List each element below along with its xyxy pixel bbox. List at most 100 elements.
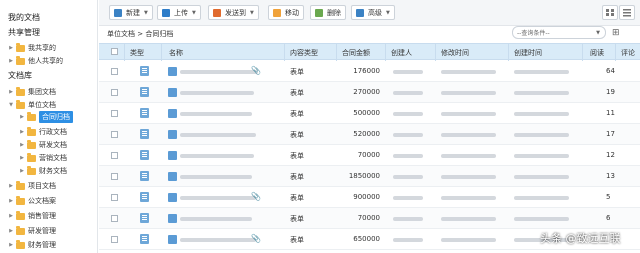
expand-arrow-icon[interactable]: ▶ <box>8 198 14 204</box>
watermark: 头条 @致远互联 <box>540 232 621 245</box>
form-icon <box>168 88 177 97</box>
modified-time-blurred <box>441 70 496 74</box>
row-checkbox[interactable] <box>111 68 118 75</box>
doc-name-blurred[interactable] <box>180 175 252 179</box>
expand-arrow-icon[interactable]: ▶ <box>8 89 14 95</box>
doc-name-blurred[interactable] <box>180 238 256 242</box>
table-row[interactable]: 📎 表单 176000 64 <box>99 61 640 82</box>
breadcrumb[interactable]: 单位文档 > 合同归档 <box>107 29 173 39</box>
table-row[interactable]: 表单 70000 12 <box>99 145 640 166</box>
column-header-amount[interactable]: 合同金额 <box>342 48 370 58</box>
filter-icon[interactable]: ⊞ <box>612 28 620 38</box>
row-checkbox[interactable] <box>111 215 118 222</box>
sidebar-item-label: 合同归档 <box>39 111 73 123</box>
content-type-cell: 表单 <box>290 194 304 202</box>
sidebar-item-label: 研发文档 <box>39 141 67 149</box>
table-row[interactable]: 表单 500000 11 <box>99 103 640 124</box>
grid-view-button[interactable] <box>602 5 618 20</box>
sidebar-item-finance-mgmt[interactable]: ▶ 财务管理 <box>8 239 56 251</box>
expand-arrow-icon[interactable]: ▶ <box>8 228 14 234</box>
doc-name-blurred[interactable] <box>180 112 252 116</box>
table-row[interactable]: 表单 70000 6 <box>99 208 640 229</box>
sidebar-library[interactable]: 文档库 <box>8 70 32 81</box>
doc-name-blurred[interactable] <box>180 133 256 137</box>
expand-arrow-icon[interactable]: ▶ <box>19 155 25 161</box>
column-header-reads[interactable]: 阅读 <box>590 48 604 58</box>
expand-arrow-icon[interactable]: ▶ <box>19 142 25 148</box>
form-doc-icon <box>140 66 149 76</box>
doc-name-blurred[interactable] <box>180 154 254 158</box>
sidebar-item-my-shared[interactable]: ▶ 我共享的 <box>8 42 56 54</box>
reads-cell: 5 <box>606 193 611 201</box>
list-view-icon <box>623 9 631 17</box>
doc-name-blurred[interactable] <box>180 217 252 221</box>
new-button[interactable]: 新建 ▼ <box>109 5 153 20</box>
sidebar-item-finance-docs[interactable]: ▶ 财务文档 <box>19 165 67 177</box>
upload-button[interactable]: 上传 ▼ <box>157 5 201 20</box>
column-header-type[interactable]: 类型 <box>130 48 144 58</box>
sidebar-item-group-docs[interactable]: ▶ 集团文档 <box>8 86 56 98</box>
list-view-button[interactable] <box>619 5 635 20</box>
row-checkbox[interactable] <box>111 152 118 159</box>
move-button-label: 移动 <box>285 8 299 17</box>
sidebar-item-unit-docs[interactable]: ▼ 单位文档 <box>8 99 56 111</box>
sidebar-item-official-archive[interactable]: ▶ 公文档案 <box>8 195 56 207</box>
creator-blurred <box>393 112 423 116</box>
row-checkbox[interactable] <box>111 110 118 117</box>
expand-arrow-icon[interactable]: ▶ <box>8 183 14 189</box>
expand-arrow-icon[interactable]: ▶ <box>8 45 14 51</box>
expand-arrow-icon[interactable]: ▶ <box>19 114 25 120</box>
sidebar-item-label: 集团文档 <box>28 88 56 96</box>
column-header-modified[interactable]: 修改时间 <box>441 48 469 58</box>
expand-arrow-icon[interactable]: ▶ <box>8 213 14 219</box>
column-header-creator[interactable]: 创建人 <box>391 48 412 58</box>
row-checkbox[interactable] <box>111 131 118 138</box>
expand-arrow-icon[interactable]: ▶ <box>8 242 14 248</box>
table-row[interactable]: 表单 270000 19 <box>99 82 640 103</box>
sidebar-item-project-docs[interactable]: ▶ 项目文档 <box>8 180 56 192</box>
move-button[interactable]: 移动 <box>268 5 304 20</box>
sidebar-item-contract-archive[interactable]: ▶ 合同归档 <box>19 111 73 123</box>
column-header-name[interactable]: 名称 <box>169 48 183 58</box>
content-type-cell: 表单 <box>290 173 304 181</box>
sidebar-item-rd-docs[interactable]: ▶ 研发文档 <box>19 139 67 151</box>
column-header-comments[interactable]: 评论 <box>621 48 635 58</box>
doc-name-blurred[interactable] <box>180 70 258 74</box>
sidebar-item-marketing-docs[interactable]: ▶ 营销文档 <box>19 152 67 164</box>
sidebar-my-docs[interactable]: 我的文档 <box>8 12 40 23</box>
sidebar-item-admin-docs[interactable]: ▶ 行政文档 <box>19 126 67 138</box>
table-row[interactable]: 表单 520000 17 <box>99 124 640 145</box>
creator-blurred <box>393 154 423 158</box>
reads-cell: 19 <box>606 88 615 96</box>
sidebar-item-others-shared[interactable]: ▶ 他人共享的 <box>8 55 63 67</box>
doc-name-blurred[interactable] <box>180 91 254 95</box>
sidebar-item-sales-mgmt[interactable]: ▶ 销售管理 <box>8 210 56 222</box>
creator-blurred <box>393 217 423 221</box>
doc-name-blurred[interactable] <box>180 196 256 200</box>
search-condition-select[interactable]: --查询条件-- ▼ <box>512 26 606 39</box>
sidebar-item-rd-mgmt[interactable]: ▶ 研发管理 <box>8 225 56 237</box>
table-row[interactable]: 表单 1850000 13 <box>99 166 640 187</box>
collapse-arrow-icon[interactable]: ▼ <box>8 102 14 108</box>
select-all-checkbox[interactable] <box>111 48 118 55</box>
delete-button-label: 删除 <box>327 8 341 17</box>
row-checkbox[interactable] <box>111 173 118 180</box>
expand-arrow-icon[interactable]: ▶ <box>8 58 14 64</box>
row-checkbox[interactable] <box>111 89 118 96</box>
expand-arrow-icon[interactable]: ▶ <box>19 168 25 174</box>
modified-time-blurred <box>441 133 496 137</box>
table-row[interactable]: 📎 表单 900000 5 <box>99 187 640 208</box>
send-to-button[interactable]: 发送到 ▼ <box>208 5 259 20</box>
advanced-button[interactable]: 高级 ▼ <box>351 5 395 20</box>
column-header-content-type[interactable]: 内容类型 <box>290 48 318 58</box>
delete-button[interactable]: 删除 <box>310 5 346 20</box>
sidebar-shared-mgmt[interactable]: 共享管理 <box>8 27 40 38</box>
row-checkbox[interactable] <box>111 194 118 201</box>
column-header-created[interactable]: 创建时间 <box>514 48 542 58</box>
row-checkbox[interactable] <box>111 236 118 243</box>
creator-blurred <box>393 70 423 74</box>
form-icon <box>168 193 177 202</box>
expand-arrow-icon[interactable]: ▶ <box>19 129 25 135</box>
sidebar-item-label: 行政文档 <box>39 128 67 136</box>
modified-time-blurred <box>441 154 496 158</box>
